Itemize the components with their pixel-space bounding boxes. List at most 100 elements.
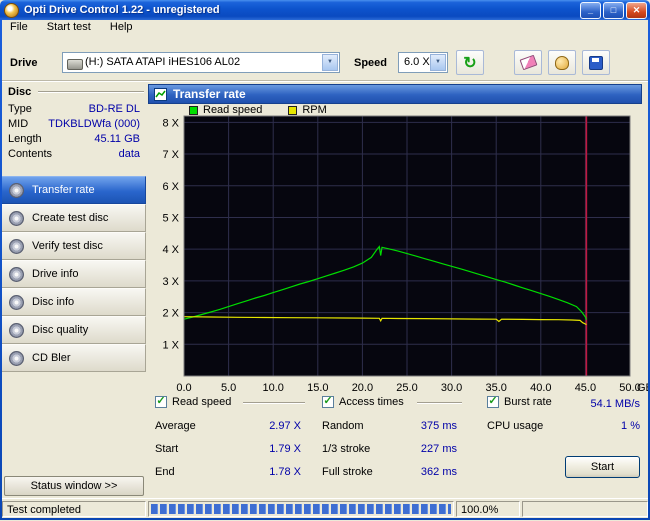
close-button[interactable]: ✕ bbox=[626, 2, 647, 19]
disc-panel-title: Disc bbox=[8, 86, 32, 98]
statusbar-spacer bbox=[522, 501, 648, 517]
disc-quality-icon bbox=[9, 322, 24, 338]
speed-select[interactable]: 6.0 X ▼ bbox=[398, 52, 448, 73]
chart-icon bbox=[154, 87, 167, 101]
svg-text:10.0: 10.0 bbox=[262, 382, 283, 394]
result-value: 375 ms bbox=[420, 420, 457, 432]
disc-row-length: Length 45.11 GB bbox=[8, 133, 140, 145]
result-row-cpu-usage: CPU usage 1 % bbox=[487, 420, 640, 432]
sidebar-item-disc-info[interactable]: Disc info bbox=[0, 288, 146, 316]
disc-row-label: Contents bbox=[8, 148, 53, 160]
sidebar-item-label: Drive info bbox=[32, 268, 79, 280]
check-icon: ✓ bbox=[488, 395, 498, 407]
sidebar-item-verify-test-disc[interactable]: Verify test disc bbox=[0, 232, 146, 260]
disc-info-icon bbox=[9, 294, 24, 310]
svg-text:2 X: 2 X bbox=[162, 308, 179, 320]
disc-row-label: MID bbox=[8, 118, 29, 130]
minimize-button[interactable]: _ bbox=[580, 2, 601, 19]
eraser-icon bbox=[519, 54, 537, 71]
result-row-start: Start 1.79 X bbox=[155, 443, 301, 455]
start-button[interactable]: Start bbox=[565, 456, 640, 478]
disc-row-mid: MID TDKBLDWfa (000) bbox=[8, 118, 140, 130]
speed-label: Speed bbox=[354, 57, 388, 69]
save-button[interactable] bbox=[582, 50, 610, 75]
menubar: File Start test Help bbox=[2, 20, 648, 36]
burst-rate-checkbox[interactable]: ✓ bbox=[487, 396, 499, 408]
drive-select[interactable]: (H:) SATA ATAPI iHES106 AL02 ▼ bbox=[62, 52, 340, 73]
disc-row-value[interactable]: data bbox=[119, 148, 140, 160]
result-value: 1.78 X bbox=[269, 466, 301, 478]
chevron-down-icon[interactable]: ▼ bbox=[322, 54, 338, 71]
speed-select-value: 6.0 X bbox=[404, 56, 430, 68]
status-text: Test completed bbox=[2, 501, 146, 517]
result-value: 1 % bbox=[621, 420, 640, 432]
svg-text:40.0: 40.0 bbox=[530, 382, 551, 394]
disc-row-value: TDKBLDWfa (000) bbox=[48, 118, 140, 130]
create-test-disc-icon bbox=[9, 210, 24, 226]
chevron-down-icon[interactable]: ▼ bbox=[430, 54, 446, 71]
checkbox-label: Read speed bbox=[172, 396, 232, 408]
sidebar-item-transfer-rate[interactable]: Transfer rate bbox=[0, 176, 146, 204]
sidebar-item-disc-quality[interactable]: Disc quality bbox=[0, 316, 146, 344]
svg-text:35.0: 35.0 bbox=[485, 382, 506, 394]
check-icon: ✓ bbox=[323, 395, 333, 407]
result-label: 1/3 stroke bbox=[322, 443, 371, 455]
result-label: CPU usage bbox=[487, 420, 544, 432]
erase-disc-button[interactable] bbox=[514, 50, 542, 75]
svg-text:1 X: 1 X bbox=[162, 339, 179, 351]
result-label: Random bbox=[322, 420, 364, 432]
result-value: 227 ms bbox=[420, 443, 457, 455]
result-value: 362 ms bbox=[420, 466, 457, 478]
progress-track bbox=[151, 504, 451, 514]
menu-help[interactable]: Help bbox=[102, 20, 141, 34]
svg-text:8 X: 8 X bbox=[162, 117, 179, 129]
disc-row-type: Type BD-RE DL bbox=[8, 103, 140, 115]
result-value: 1.79 X bbox=[269, 443, 301, 455]
result-value: 2.97 X bbox=[269, 420, 301, 432]
refresh-button[interactable]: ↻ bbox=[456, 50, 484, 75]
check-icon: ✓ bbox=[156, 395, 166, 407]
svg-text:20.0: 20.0 bbox=[352, 382, 373, 394]
result-label: Average bbox=[155, 420, 196, 432]
read-speed-checkbox[interactable]: ✓ bbox=[155, 396, 167, 408]
result-label: Start bbox=[155, 443, 179, 455]
sidebar-item-label: Disc quality bbox=[32, 324, 89, 336]
status-window-button[interactable]: Status window >> bbox=[4, 476, 144, 496]
group-divider bbox=[417, 402, 462, 404]
window-title: Opti Drive Control 1.22 - unregistered bbox=[24, 4, 220, 16]
result-label: End bbox=[155, 466, 175, 478]
titlebar[interactable]: Opti Drive Control 1.22 - unregistered _… bbox=[0, 0, 650, 20]
group-divider bbox=[243, 402, 305, 404]
result-row-one-third-stroke: 1/3 stroke 227 ms bbox=[322, 443, 457, 455]
result-label: Full stroke bbox=[322, 466, 373, 478]
maximize-button[interactable]: □ bbox=[603, 2, 624, 19]
sidebar-item-cd-bler[interactable]: CD Bler bbox=[0, 344, 146, 372]
progress-bar bbox=[148, 501, 454, 517]
sidebar-item-label: Create test disc bbox=[32, 212, 109, 224]
sidebar-item-drive-info[interactable]: Drive info bbox=[0, 260, 146, 288]
disc-panel-divider bbox=[38, 91, 144, 93]
disc-row-contents: Contents data bbox=[8, 148, 140, 160]
svg-text:4 X: 4 X bbox=[162, 244, 179, 256]
disc-row-value: 45.11 GB bbox=[94, 133, 140, 145]
menu-file[interactable]: File bbox=[2, 20, 36, 34]
sidebar-item-create-test-disc[interactable]: Create test disc bbox=[0, 204, 146, 232]
burst-rate-value: 54.1 MB/s bbox=[590, 398, 640, 410]
progress-percent: 100.0% bbox=[456, 501, 520, 517]
disc-row-label: Type bbox=[8, 103, 32, 115]
result-row-end: End 1.78 X bbox=[155, 466, 301, 478]
menu-start-test[interactable]: Start test bbox=[39, 20, 99, 34]
svg-text:5.0: 5.0 bbox=[221, 382, 236, 394]
access-times-checkbox[interactable]: ✓ bbox=[322, 396, 334, 408]
svg-text:0.0: 0.0 bbox=[176, 382, 191, 394]
svg-text:45.0: 45.0 bbox=[575, 382, 596, 394]
drive-label: Drive bbox=[10, 57, 38, 69]
result-row-average: Average 2.97 X bbox=[155, 420, 301, 432]
svg-text:5 X: 5 X bbox=[162, 212, 179, 224]
progress-fill bbox=[151, 504, 451, 514]
svg-text:15.0: 15.0 bbox=[307, 382, 328, 394]
page-title-bar: Transfer rate bbox=[148, 84, 642, 104]
transfer-rate-icon bbox=[9, 182, 24, 198]
eject-button[interactable] bbox=[548, 50, 576, 75]
svg-text:3 X: 3 X bbox=[162, 276, 179, 288]
